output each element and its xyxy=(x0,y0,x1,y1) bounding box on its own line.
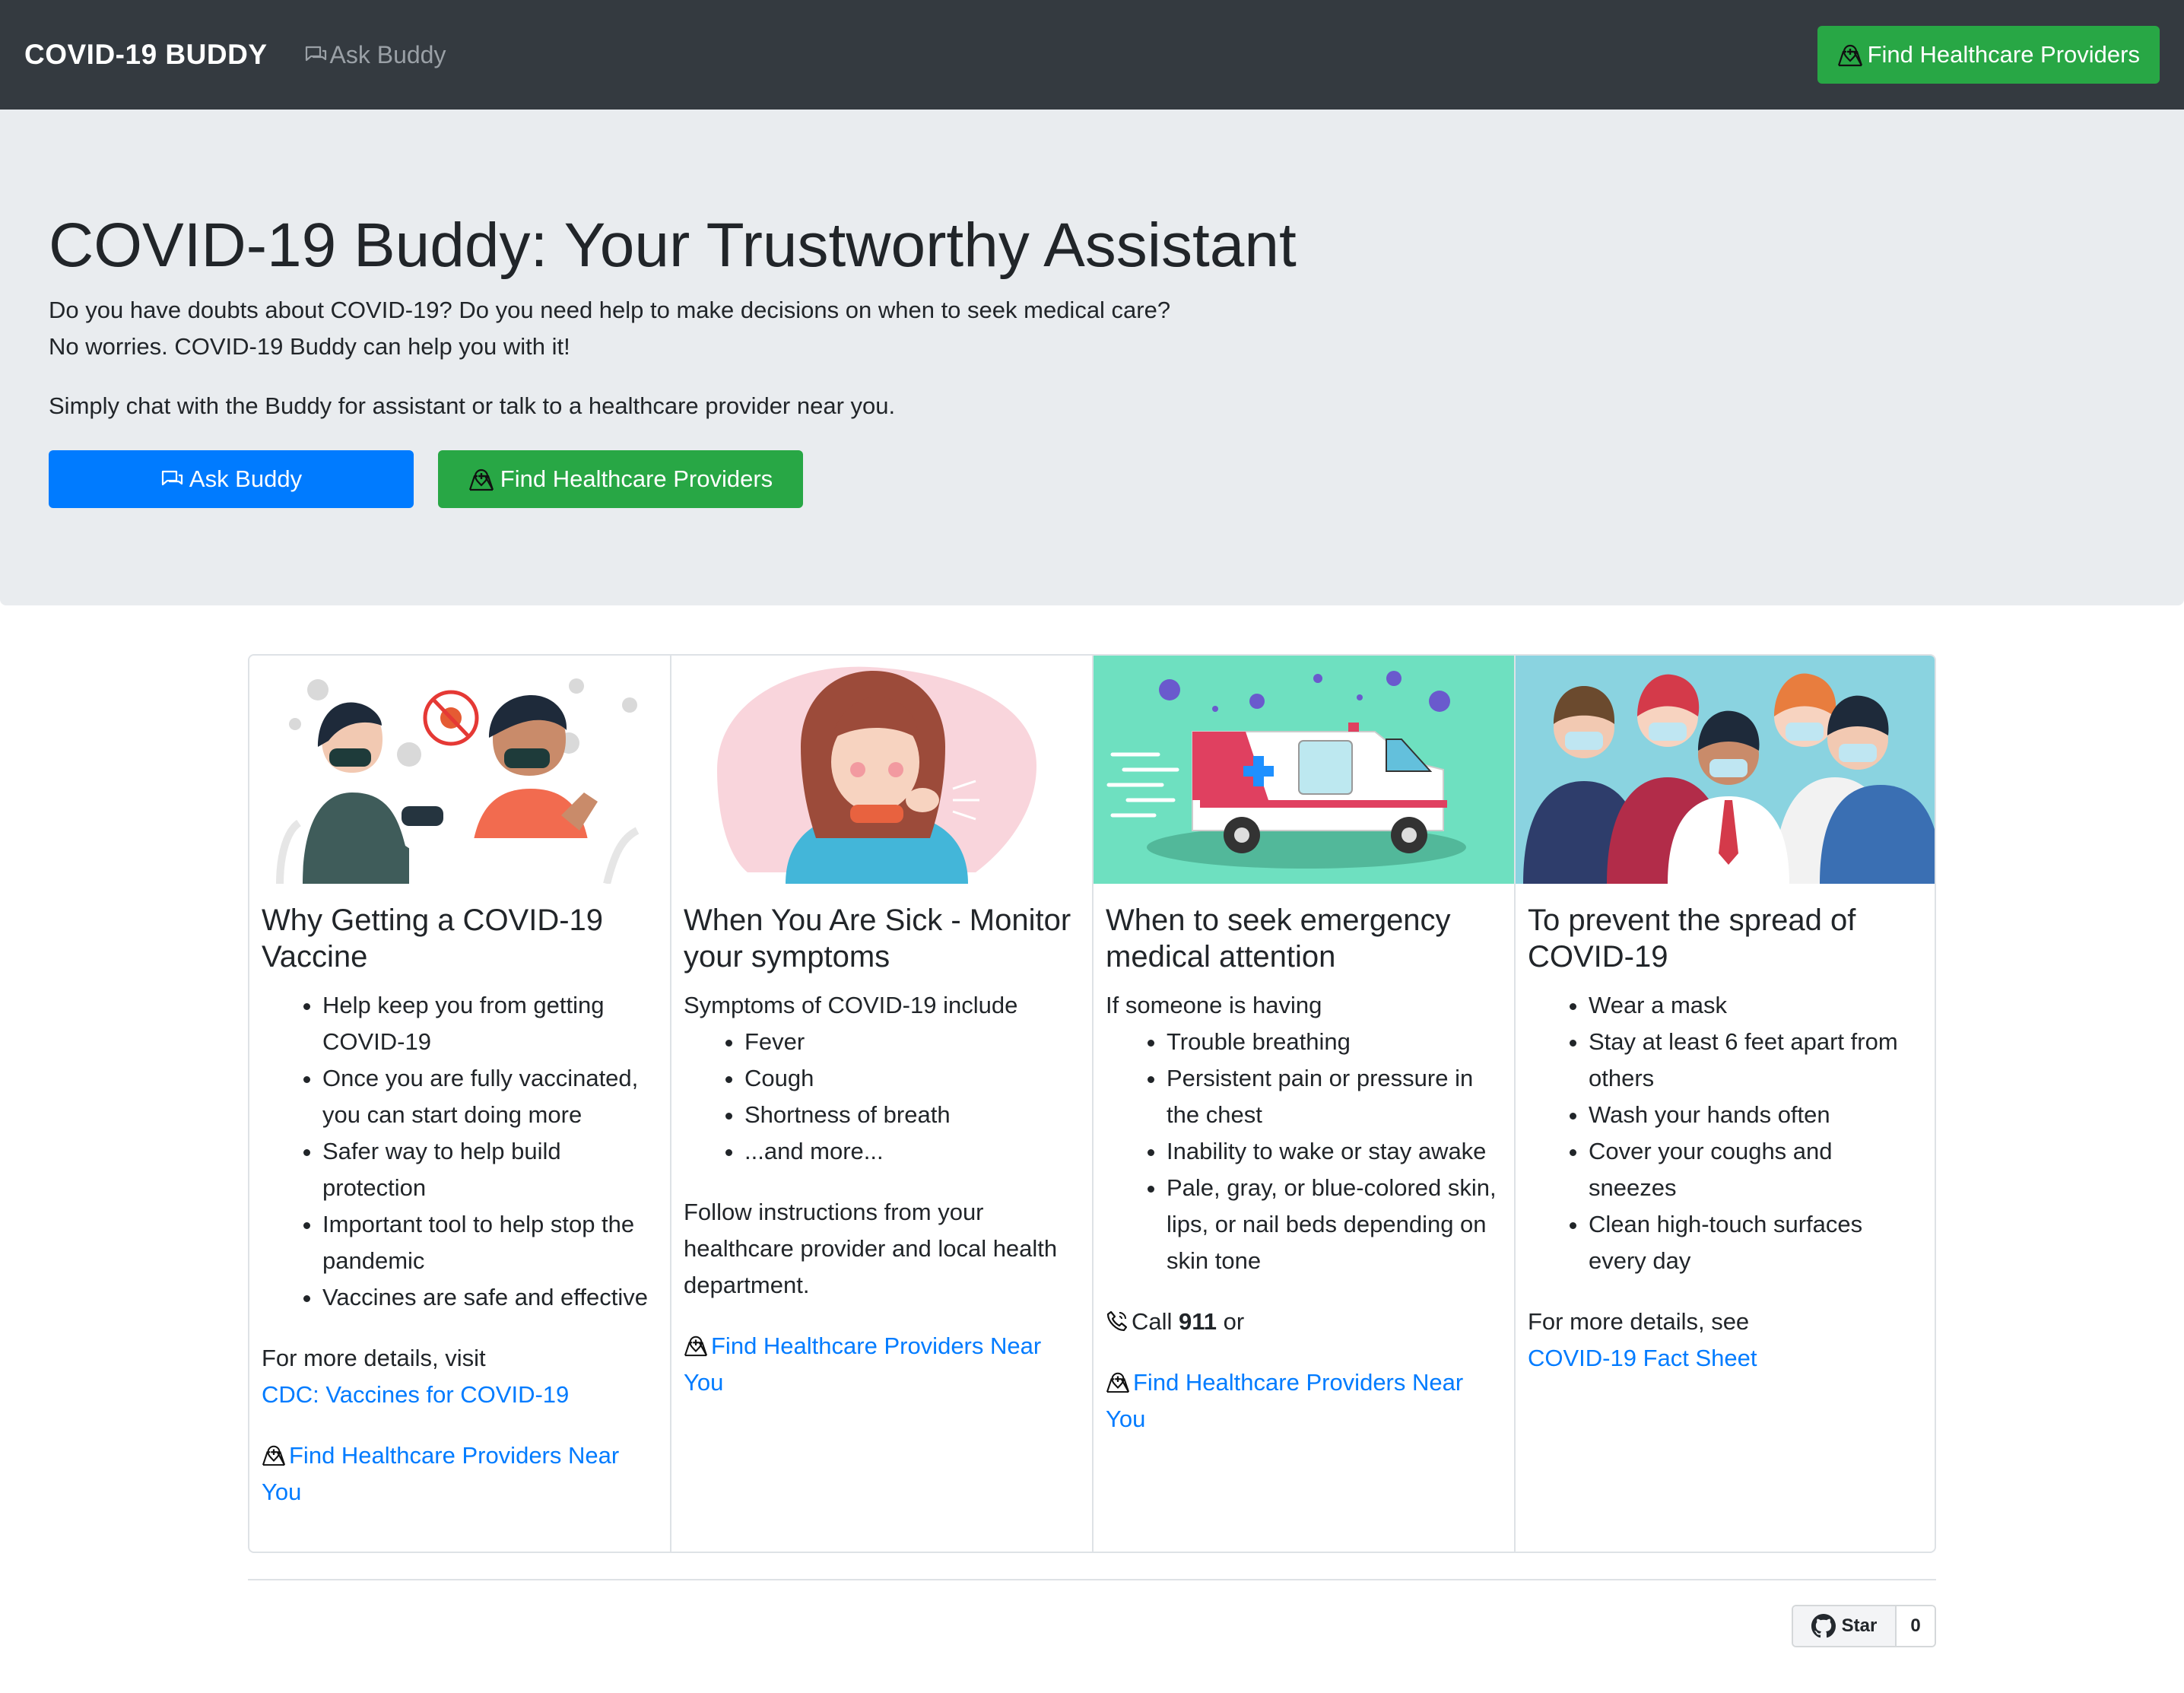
hospital-map-icon xyxy=(684,1336,708,1357)
masked-people-illustration xyxy=(1516,656,1935,884)
github-star-widget: Star 0 xyxy=(1792,1605,1936,1647)
phone-icon xyxy=(1106,1310,1128,1332)
list-item: Shortness of breath xyxy=(744,1097,1080,1133)
footer-divider xyxy=(248,1579,1936,1580)
hero-ask-buddy-button[interactable]: Ask Buddy xyxy=(49,450,414,508)
vaccine-illustration xyxy=(249,656,670,884)
hospital-map-icon xyxy=(262,1445,286,1466)
vaccine-more-text: For more details, visit xyxy=(262,1345,486,1371)
list-item: ...and more... xyxy=(744,1133,1080,1170)
card-emergency-find-providers-link[interactable]: Find Healthcare Providers Near You xyxy=(1106,1364,1502,1437)
fact-sheet-link[interactable]: COVID-19 Fact Sheet xyxy=(1528,1340,1925,1377)
brand[interactable]: COVID-19 BUDDY xyxy=(24,39,268,71)
prevent-more-text: For more details, see xyxy=(1528,1308,1750,1335)
hero-jumbotron: COVID-19 Buddy: Your Trustworthy Assista… xyxy=(0,110,2184,605)
list-item: Inability to wake or stay awake xyxy=(1167,1133,1502,1170)
emergency-signs-list: Trouble breathing Persistent pain or pre… xyxy=(1106,1024,1502,1279)
list-item: Help keep you from getting COVID-19 xyxy=(322,987,658,1060)
card-deck: Why Getting a COVID-19 Vaccine Help keep… xyxy=(248,654,1936,1553)
nav-ask-buddy-link[interactable]: Ask Buddy xyxy=(304,41,446,69)
ambulance-illustration: AMBULANCE xyxy=(1094,656,1514,884)
github-star-count[interactable]: 0 xyxy=(1897,1606,1935,1646)
call-number[interactable]: 911 xyxy=(1179,1308,1217,1335)
list-item: Stay at least 6 feet apart from others xyxy=(1589,1024,1925,1097)
card-vaccine-find-providers-link[interactable]: Find Healthcare Providers Near You xyxy=(262,1437,658,1510)
hero-line-2: No worries. COVID-19 Buddy can help you … xyxy=(49,333,570,360)
github-star-label: Star xyxy=(1841,1615,1878,1636)
list-item: Vaccines are safe and effective xyxy=(322,1279,658,1316)
card-emergency: AMBULANCE When to seek emergency medical… xyxy=(1094,656,1516,1552)
vaccine-benefits-list: Help keep you from getting COVID-19 Once… xyxy=(262,987,658,1316)
list-item: Trouble breathing xyxy=(1167,1024,1502,1060)
card-sick-body: When You Are Sick - Monitor your symptom… xyxy=(671,884,1092,1401)
sick-illustration xyxy=(671,656,1092,884)
card-prevent: To prevent the spread of COVID-19 Wear a… xyxy=(1516,656,1935,1552)
navbar: COVID-19 BUDDY Ask Buddy Find Healthcare… xyxy=(0,0,2184,110)
call-prefix: Call xyxy=(1132,1308,1173,1335)
page: COVID-19 BUDDY Ask Buddy Find Healthcare… xyxy=(0,0,2184,1693)
hero-find-providers-label: Find Healthcare Providers xyxy=(500,465,773,492)
card-vaccine: Why Getting a COVID-19 Vaccine Help keep… xyxy=(249,656,671,1552)
nav-ask-buddy-label: Ask Buddy xyxy=(329,40,446,68)
find-providers-link-label: Find Healthcare Providers Near You xyxy=(1106,1369,1464,1432)
github-icon xyxy=(1811,1614,1836,1638)
list-item: Persistent pain or pressure in the chest xyxy=(1167,1060,1502,1133)
card-vaccine-body: Why Getting a COVID-19 Vaccine Help keep… xyxy=(249,884,670,1510)
github-star-button[interactable]: Star xyxy=(1793,1606,1897,1646)
cdc-vaccines-link[interactable]: CDC: Vaccines for COVID-19 xyxy=(262,1377,658,1413)
emergency-intro: If someone is having xyxy=(1106,992,1322,1018)
call-911-text: Call 911 or xyxy=(1106,1304,1502,1340)
find-providers-link-label: Find Healthcare Providers Near You xyxy=(684,1332,1042,1396)
hero-ask-buddy-label: Ask Buddy xyxy=(189,465,303,492)
call-suffix: or xyxy=(1223,1308,1245,1335)
chat-icon xyxy=(305,46,326,62)
list-item: Pale, gray, or blue-colored skin, lips, … xyxy=(1167,1170,1502,1279)
list-item: Important tool to help stop the pandemic xyxy=(322,1206,658,1279)
card-sick-title: When You Are Sick - Monitor your symptom… xyxy=(684,904,1071,974)
hospital-map-icon xyxy=(1106,1372,1130,1393)
card-prevent-title: To prevent the spread of COVID-19 xyxy=(1528,904,1856,974)
nav-find-providers-button[interactable]: Find Healthcare Providers xyxy=(1817,26,2160,84)
card-emergency-body: When to seek emergency medical attention… xyxy=(1094,884,1514,1437)
prevention-list: Wear a mask Stay at least 6 feet apart f… xyxy=(1528,987,1925,1279)
card-emergency-title: When to seek emergency medical attention xyxy=(1106,904,1451,974)
hero-line-1: Do you have doubts about COVID-19? Do yo… xyxy=(49,297,1171,323)
hospital-map-icon xyxy=(468,469,494,491)
list-item: Cough xyxy=(744,1060,1080,1097)
card-sick-find-providers-link[interactable]: Find Healthcare Providers Near You xyxy=(684,1328,1080,1401)
nav-find-providers-label: Find Healthcare Providers xyxy=(1867,41,2140,68)
list-item: Once you are fully vaccinated, you can s… xyxy=(322,1060,658,1133)
hero-intro: Do you have doubts about COVID-19? Do yo… xyxy=(49,292,1170,365)
hero-line-3: Simply chat with the Buddy for assistant… xyxy=(49,392,896,419)
list-item: Wear a mask xyxy=(1589,987,1925,1024)
list-item: Wash your hands often xyxy=(1589,1097,1925,1133)
chat-icon xyxy=(161,470,183,486)
symptoms-intro: Symptoms of COVID-19 include xyxy=(684,992,1018,1018)
hero-find-providers-button[interactable]: Find Healthcare Providers xyxy=(438,450,803,508)
hospital-map-icon xyxy=(1837,44,1862,67)
symptoms-list: Fever Cough Shortness of breath ...and m… xyxy=(684,1024,1080,1170)
list-item: Safer way to help build protection xyxy=(322,1133,658,1206)
card-sick: When You Are Sick - Monitor your symptom… xyxy=(671,656,1094,1552)
list-item: Clean high-touch surfaces every day xyxy=(1589,1206,1925,1279)
list-item: Cover your coughs and sneezes xyxy=(1589,1133,1925,1206)
find-providers-link-label: Find Healthcare Providers Near You xyxy=(262,1442,620,1505)
hero-title: COVID-19 Buddy: Your Trustworthy Assista… xyxy=(49,211,1297,280)
card-prevent-body: To prevent the spread of COVID-19 Wear a… xyxy=(1516,884,1935,1377)
follow-instructions-text: Follow instructions from your healthcare… xyxy=(684,1199,1058,1298)
list-item: Fever xyxy=(744,1024,1080,1060)
card-vaccine-title: Why Getting a COVID-19 Vaccine xyxy=(262,904,604,974)
